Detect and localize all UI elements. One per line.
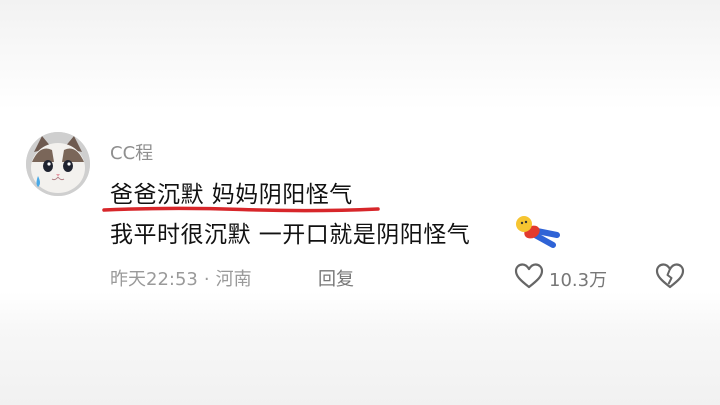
bottom-background (0, 292, 720, 405)
like-count: 10.3万 (549, 270, 608, 291)
avatar[interactable] (26, 132, 90, 196)
comment-card (0, 110, 720, 292)
comment-text-line-2: 我平时很沉默 一开口就是阴阳怪气 (110, 222, 471, 248)
username[interactable]: CC程 (110, 139, 153, 165)
red-underline-annotation (102, 206, 380, 213)
comment-time: 昨天22:53 (110, 269, 198, 290)
cat-avatar-icon (26, 132, 90, 196)
lying-down-emoji-sticker-icon (516, 216, 560, 248)
broken-heart-icon[interactable] (655, 262, 685, 290)
comment-text-line-1: 爸爸沉默 妈妈阴阳怪气 (110, 182, 353, 208)
top-background (0, 0, 720, 110)
reply-button[interactable]: 回复 (318, 265, 354, 291)
heart-outline-icon[interactable] (514, 262, 544, 290)
comment-meta: 昨天22:53 · 河南 (110, 265, 252, 291)
meta-separator: · (203, 269, 210, 290)
comment-location: 河南 (215, 269, 252, 290)
